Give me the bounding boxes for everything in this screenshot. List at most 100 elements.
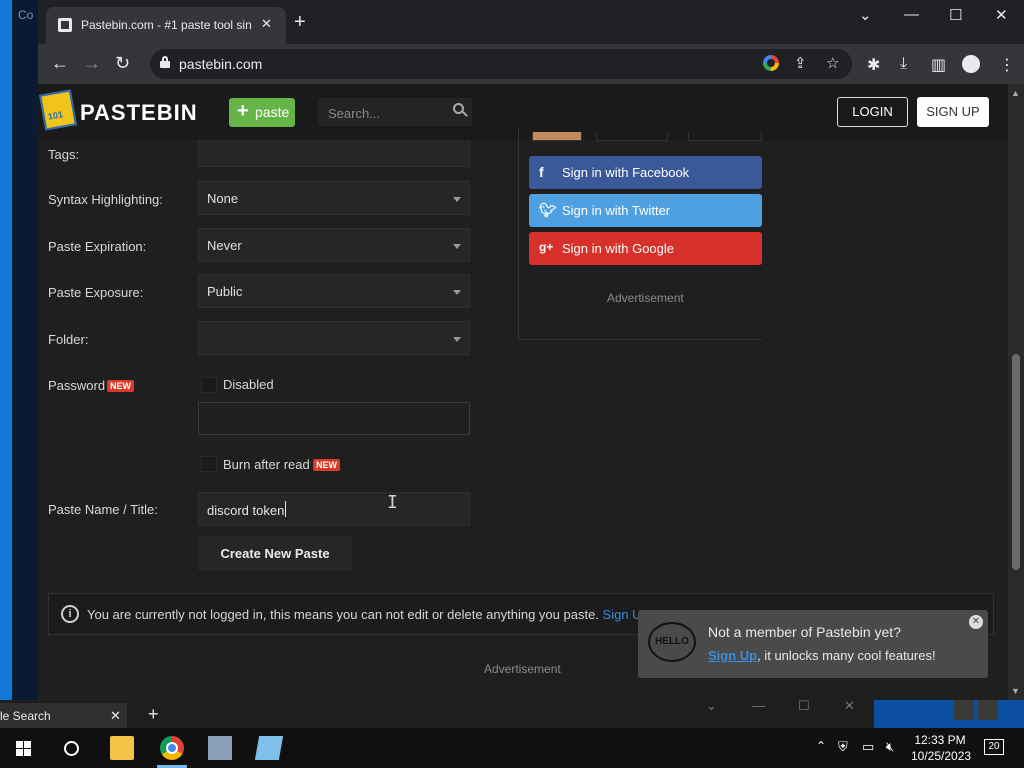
chrome-window: Pastebin.com - #1 paste tool sin ✕ + ⌄ —… [38,0,1024,700]
app-icon[interactable] [208,736,232,760]
syntax-label: Syntax Highlighting: [48,192,163,207]
profile-icon[interactable] [962,55,980,73]
caret-down-icon [453,197,461,202]
desktop-background: Co [0,0,38,700]
background-tab-close-icon[interactable]: ✕ [110,708,121,724]
desktop-corner [874,700,1024,728]
hello-icon: HELLO [648,622,696,662]
caret-down-icon [453,337,461,342]
pastebin-favicon-icon [58,18,72,32]
tab-title: Pastebin.com - #1 paste tool sin [81,18,252,32]
scroll-thumb[interactable] [1012,354,1020,570]
chrome-icon[interactable] [160,736,184,760]
download-icon[interactable]: ⤓ [900,55,907,73]
share-icon[interactable]: ⇪ [794,54,807,72]
info-icon: i [61,605,79,623]
search-input[interactable]: Search... [318,98,472,126]
password-label: Password [48,378,106,393]
folder-select[interactable] [198,321,470,355]
menu-icon[interactable]: ⋮ [999,55,1015,75]
twitter-label: Sign in with Twitter [562,203,671,218]
url-text[interactable]: pastebin.com [179,56,262,72]
lock-icon [160,56,170,68]
maximize-button[interactable]: ☐ [949,6,962,24]
new-badge: NEW [313,459,340,471]
plus-icon: + [237,100,249,122]
expiration-value: Never [207,238,242,253]
window-thumb-icon[interactable] [954,700,974,720]
signup-button[interactable]: SIGN UP [917,97,989,127]
tab-search-icon[interactable]: ⌄ [859,6,872,24]
pastebin-logo-icon[interactable] [39,89,77,131]
minimize-button[interactable]: — [904,6,919,23]
syntax-select[interactable]: None [198,181,470,215]
file-explorer-icon[interactable] [110,736,134,760]
facebook-label: Sign in with Facebook [562,165,690,180]
google-signin-button[interactable]: g+ Sign in with Google [529,232,762,265]
create-paste-button[interactable]: Create New Paste [198,536,352,571]
password-input[interactable] [198,402,470,435]
sidebar-tab[interactable] [532,132,582,141]
logo-text[interactable]: PASTEBIN [80,100,198,126]
new-badge: NEW [107,380,134,392]
exposure-select[interactable]: Public [198,274,470,308]
tab-close-icon[interactable]: ✕ [261,16,272,32]
background-browser-window: le Search ✕ + ⌄ — ☐ ✕ [0,698,874,728]
signup-toast: HELLO Not a member of Pastebin yet? Sign… [638,610,988,678]
new-tab-button[interactable]: + [294,12,306,32]
extensions-icon[interactable]: ✱ [867,55,880,75]
background-tab[interactable]: le Search ✕ [0,703,127,728]
browser-tab[interactable]: Pastebin.com - #1 paste tool sin ✕ [46,7,286,44]
folder-label: Folder: [48,332,89,347]
search-placeholder: Search... [328,106,381,121]
caret-down-icon [453,290,461,295]
sidebar-tab[interactable] [688,132,762,141]
search-icon[interactable] [453,103,468,117]
star-icon[interactable]: ☆ [826,54,839,72]
password-checkbox-label[interactable]: Disabled [223,377,274,392]
omnibox[interactable]: pastebin.com ⇪ ☆ [150,49,852,79]
new-paste-button[interactable]: + paste [229,98,295,127]
bottom-advertisement: Advertisement [484,662,561,676]
password-checkbox[interactable] [201,377,217,393]
background-collapse-icon[interactable]: ⌄ [706,698,717,714]
forward-button[interactable]: → [83,53,101,73]
page-content: PASTEBIN + paste Search... LOGIN SIGN UP… [38,84,1024,700]
twitter-icon: 🐦︎ [539,202,557,218]
sidebar-icon[interactable]: ▥ [931,55,946,75]
notification-center-icon[interactable]: 20 [984,739,1004,755]
close-window-button[interactable]: ✕ [995,6,1008,24]
google-label: Sign in with Google [562,241,675,256]
facebook-signin-button[interactable]: f Sign in with Facebook [529,156,762,189]
twitter-signin-button[interactable]: 🐦︎ Sign in with Twitter [529,194,762,227]
title-input[interactable]: discord token [198,492,470,526]
tags-input[interactable] [198,140,470,167]
scroll-down-icon[interactable]: ▼ [1011,686,1020,696]
background-close-icon[interactable]: ✕ [844,698,855,714]
windows-start-icon[interactable] [16,741,32,757]
burn-checkbox-label[interactable]: Burn after read [223,457,310,472]
system-clock[interactable]: 12:33 PM 10/25/2023 [911,732,971,764]
sidebar-tab[interactable] [596,132,668,141]
search-circle-icon[interactable] [64,741,79,756]
burn-checkbox[interactable] [201,456,217,472]
tray-chevron-icon[interactable]: ⌃ [816,739,826,753]
expiration-select[interactable]: Never [198,228,470,262]
close-icon[interactable]: ✕ [969,615,983,629]
notepad-icon[interactable] [254,736,284,760]
scroll-up-icon[interactable]: ▲ [1011,88,1020,98]
clock-time: 12:33 PM [914,733,966,747]
background-minimize-icon[interactable]: — [752,698,765,713]
security-icon[interactable]: ⛨ [838,739,848,755]
network-icon[interactable]: ▭ [862,739,874,755]
toast-signup-link[interactable]: Sign Up [708,648,757,663]
background-maximize-icon[interactable]: ☐ [798,698,810,714]
google-icon[interactable] [763,55,779,71]
back-button[interactable]: ← [51,53,69,73]
window-thumb-icon[interactable] [978,700,998,720]
page-scrollbar[interactable]: ▲ ▼ [1008,84,1024,700]
volume-muted-icon[interactable]: 🔇︎ [886,739,894,755]
background-new-tab-button[interactable]: + [148,704,159,725]
reload-button[interactable]: ↻ [115,53,130,73]
login-button[interactable]: LOGIN [837,97,908,127]
